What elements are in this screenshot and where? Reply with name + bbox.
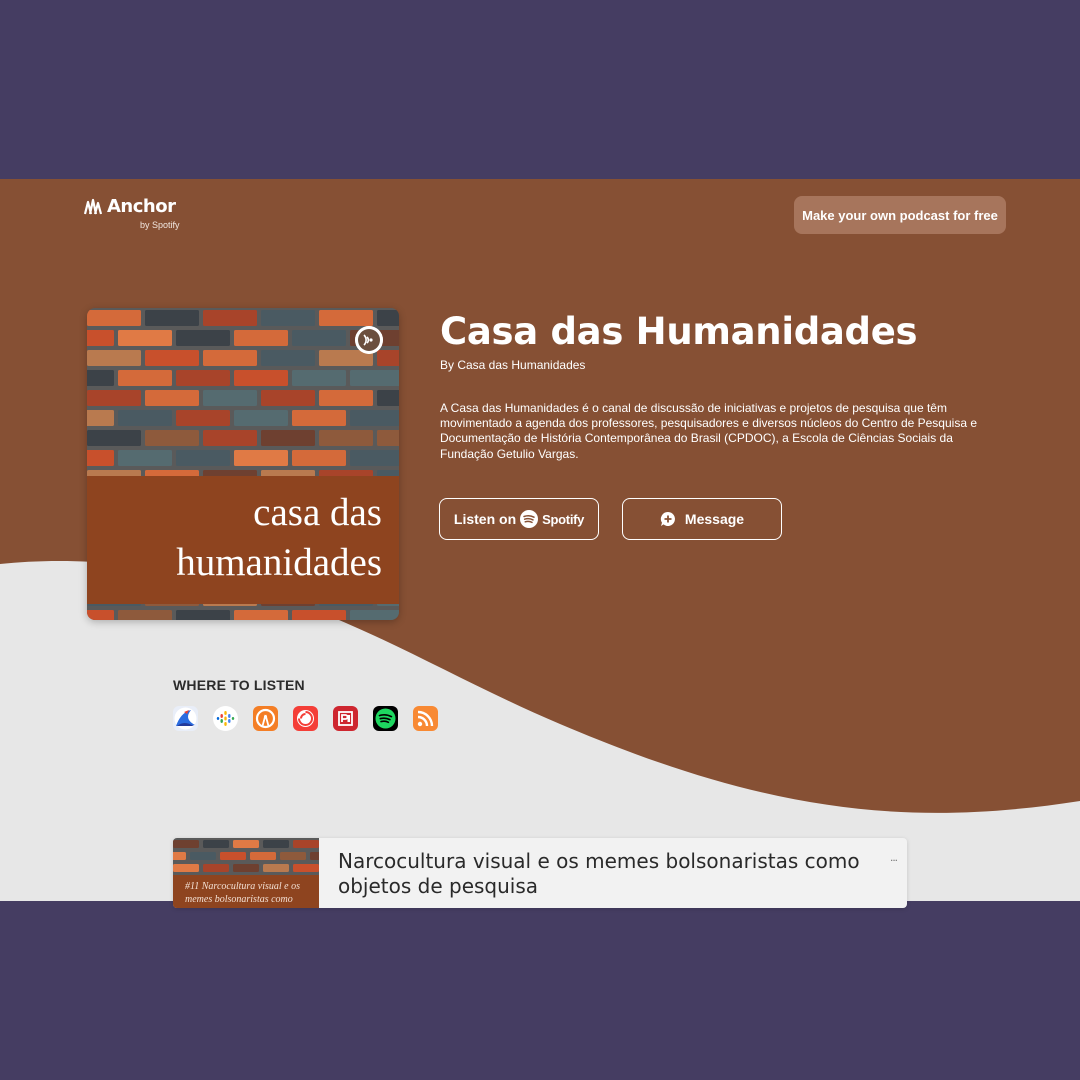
message-button[interactable]: Message <box>622 498 782 540</box>
podcast-byline[interactable]: By Casa das Humanidades <box>440 358 585 372</box>
message-label: Message <box>684 511 745 527</box>
anchor-logo[interactable]: Anchor by Spotify <box>84 196 194 232</box>
by-spotify-label: by Spotify <box>140 220 180 230</box>
cover-title: casa das humanidades <box>176 491 382 584</box>
where-to-listen-heading: WHERE TO LISTEN <box>173 677 305 693</box>
episode-thumbnail: #11 Narcocultura visual e os memes bolso… <box>173 838 319 908</box>
rss-icon[interactable] <box>413 706 438 731</box>
podcast-cover-art: casa das humanidades <box>87 308 399 620</box>
spotify-wordmark: Spotify <box>542 511 585 527</box>
episode-card[interactable]: #11 Narcocultura visual e os memes bolso… <box>173 838 907 908</box>
anchor-waves-icon <box>84 198 103 215</box>
spotify-icon[interactable] <box>373 706 398 731</box>
overcast-icon[interactable] <box>253 706 278 731</box>
anchor-brand: Anchor <box>107 196 176 217</box>
radiopublic-icon[interactable] <box>333 706 358 731</box>
platform-list <box>173 706 438 731</box>
message-plus-icon <box>660 511 675 526</box>
pocket-casts-icon[interactable] <box>293 706 318 731</box>
listen-on-label: Listen on <box>453 511 517 527</box>
breaker-icon[interactable] <box>173 706 198 731</box>
make-podcast-button[interactable]: Make your own podcast for free <box>794 196 1006 234</box>
podcast-description: A Casa das Humanidades é o canal de disc… <box>440 401 977 461</box>
episode-title[interactable]: Narcocultura visual e os memes bolsonari… <box>338 849 898 899</box>
more-options-icon[interactable]: ... <box>890 850 898 864</box>
podcast-title: Casa das Humanidades <box>440 310 918 353</box>
listen-on-spotify-button[interactable]: Listen on Spotify <box>439 498 599 540</box>
spotify-logo-icon <box>520 510 539 528</box>
google-podcasts-icon[interactable] <box>213 706 238 731</box>
anchor-badge-icon <box>355 326 383 354</box>
episode-thumb-text: #11 Narcocultura visual e os memes bolso… <box>185 881 300 905</box>
